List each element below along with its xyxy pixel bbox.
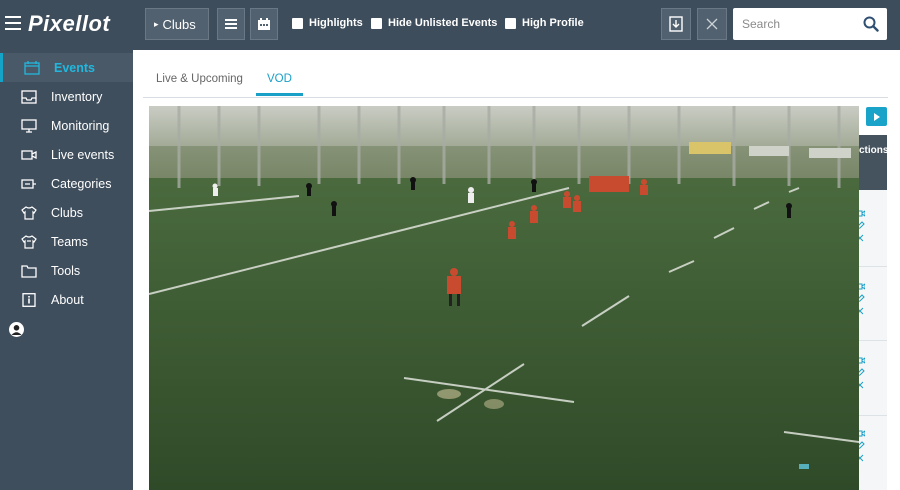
sidebar-item-monitoring[interactable]: Monitoring — [0, 111, 133, 140]
highlights-checkbox[interactable] — [292, 17, 303, 29]
tabs-divider — [143, 97, 888, 98]
close-icon — [706, 18, 718, 30]
clubs-button[interactable]: ▸ Clubs — [145, 8, 209, 40]
menu-icon[interactable] — [5, 16, 21, 30]
download-icon — [669, 16, 683, 32]
highlights-filter[interactable]: Highlights — [292, 17, 363, 29]
sidebar-item-tools[interactable]: Tools — [0, 256, 133, 285]
sidebar: Events Inventory Monitoring Live events … — [0, 50, 133, 490]
table-row-divider — [859, 415, 887, 416]
top-bar: Pixellot ▸ Clubs Highlights Hide Unliste… — [0, 0, 900, 50]
chevron-right-icon: ▸ — [154, 18, 159, 29]
download-button[interactable] — [661, 8, 691, 40]
user-avatar-icon[interactable] — [9, 322, 24, 337]
expand-button[interactable] — [866, 107, 887, 126]
tab-live-upcoming[interactable]: Live & Upcoming — [156, 73, 243, 85]
sidebar-item-label: Clubs — [51, 205, 83, 220]
sidebar-item-label: Events — [54, 60, 95, 75]
table-row-divider — [859, 340, 887, 341]
calendar-icon — [258, 18, 270, 30]
search-input[interactable] — [733, 8, 853, 40]
chevron-right-icon — [873, 112, 880, 121]
actions-column-header: ctions — [859, 135, 887, 190]
sidebar-item-label: Categories — [51, 176, 112, 191]
list-view-button[interactable] — [217, 8, 245, 40]
app-logo: Pixellot — [28, 11, 111, 36]
folder-icon — [21, 264, 37, 278]
event-tabs: Live & Upcoming VOD — [133, 50, 900, 98]
sidebar-item-clubs[interactable]: Clubs — [0, 198, 133, 227]
active-tab-indicator — [256, 93, 303, 96]
sidebar-item-label: Live events — [51, 147, 115, 162]
main-content: Live & Upcoming VOD ctions — [133, 50, 900, 490]
sidebar-item-label: Monitoring — [51, 118, 110, 133]
high-profile-checkbox[interactable] — [505, 17, 516, 29]
teams-icon — [21, 234, 37, 249]
search-icon[interactable] — [863, 16, 879, 32]
sidebar-item-label: About — [51, 292, 84, 307]
calendar-view-button[interactable] — [250, 8, 278, 40]
video-camera-icon — [21, 148, 37, 162]
sidebar-item-teams[interactable]: Teams — [0, 227, 133, 256]
monitor-icon — [21, 118, 37, 133]
shirt-icon — [21, 205, 37, 220]
hide-unlisted-checkbox[interactable] — [371, 17, 382, 29]
hide-unlisted-filter[interactable]: Hide Unlisted Events — [371, 17, 497, 29]
high-profile-label: High Profile — [522, 17, 584, 29]
high-profile-filter[interactable]: High Profile — [505, 17, 584, 29]
sidebar-item-label: Tools — [51, 263, 81, 278]
inbox-icon — [21, 89, 37, 104]
sidebar-item-inventory[interactable]: Inventory — [0, 82, 133, 111]
sidebar-item-about[interactable]: About — [0, 285, 133, 314]
highlights-label: Highlights — [309, 17, 363, 29]
categories-icon — [21, 177, 37, 191]
clear-button[interactable] — [697, 8, 727, 40]
video-player[interactable] — [149, 106, 859, 490]
sidebar-item-label: Inventory — [51, 89, 103, 104]
sidebar-item-live-events[interactable]: Live events — [0, 140, 133, 169]
list-icon — [225, 19, 237, 29]
sidebar-item-events[interactable]: Events — [0, 53, 133, 82]
actions-column-label: ctions — [859, 145, 887, 156]
clubs-button-label: Clubs — [162, 16, 196, 32]
sidebar-item-label: Teams — [51, 234, 88, 249]
calendar-icon — [24, 60, 40, 75]
tab-vod[interactable]: VOD — [267, 73, 292, 85]
info-icon — [21, 292, 37, 307]
video-frame — [149, 106, 859, 490]
search-box — [733, 8, 887, 40]
table-row-divider — [859, 266, 887, 267]
sidebar-item-categories[interactable]: Categories — [0, 169, 133, 198]
hide-unlisted-label: Hide Unlisted Events — [388, 17, 498, 29]
